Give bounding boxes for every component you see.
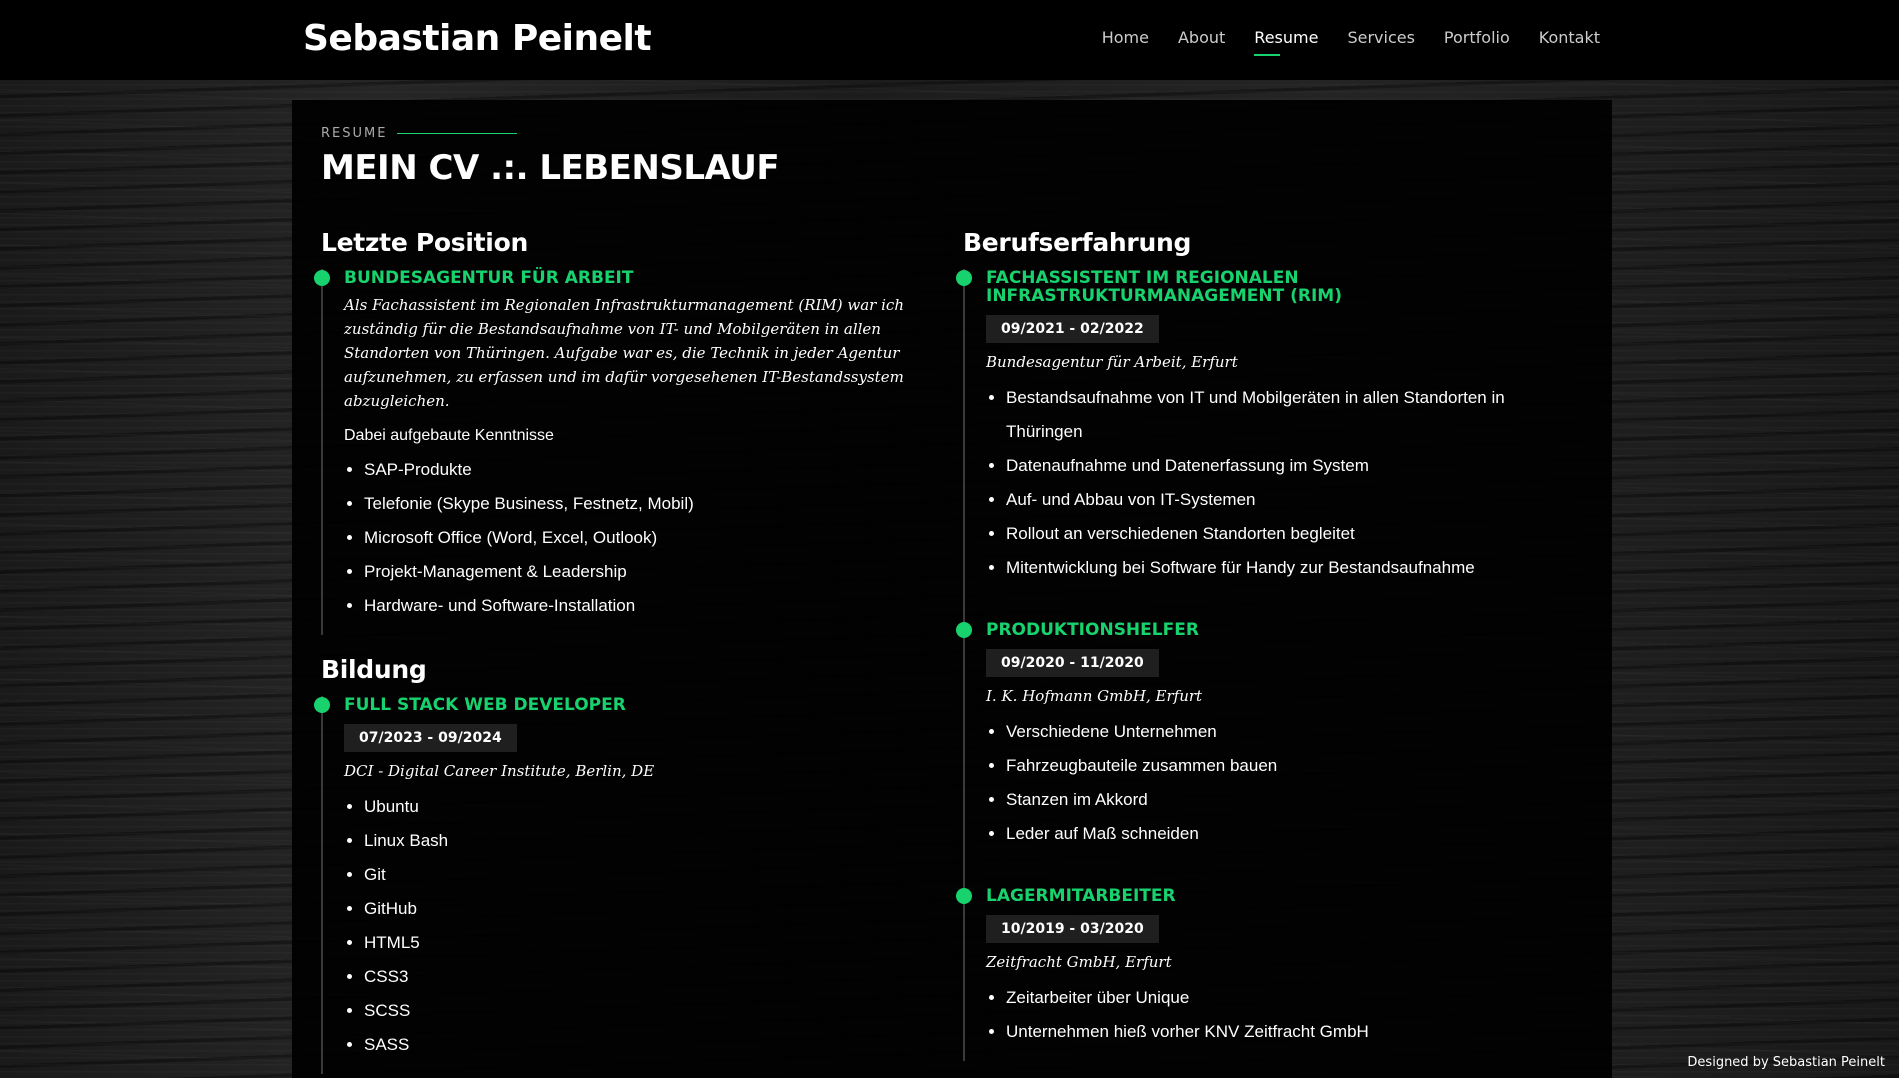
list-item: Ubuntu (364, 790, 921, 824)
section-kicker: RESUME (321, 126, 518, 141)
list-item: Mitentwicklung bei Software für Handy zu… (1006, 551, 1583, 585)
list-item: Zeitarbeiter über Unique (1006, 981, 1583, 1015)
list-item: CSS3 (364, 960, 921, 994)
list-item: Stanzen im Akkord (1006, 783, 1583, 817)
job-list: Zeitarbeiter über Unique Unternehmen hie… (986, 981, 1583, 1049)
list-item: Rollout an verschiedenen Standorten begl… (1006, 517, 1583, 551)
timeline-dot (956, 888, 972, 904)
resume-item-job: FACHASSISTENT IM REGIONALEN INFRASTRUKTU… (956, 268, 1583, 621)
skills-label: Dabei aufgebaute Kenntnisse (344, 427, 554, 444)
list-item: Microsoft Office (Word, Excel, Outlook) (364, 521, 921, 555)
right-column: Berufserfahrung FACHASSISTENT IM REGIONA… (956, 228, 1583, 1061)
resume-item-job: PRODUKTIONSHELFER 09/2020 - 11/2020 I. K… (956, 620, 1583, 887)
resume-item-position: BUNDESAGENTUR FÜR ARBEIT Als Fachassiste… (314, 268, 921, 635)
date-badge: 07/2023 - 09/2024 (344, 724, 517, 752)
list-item: Unternehmen hieß vorher KNV Zeitfracht G… (1006, 1015, 1583, 1049)
list-item: Git (364, 858, 921, 892)
list-item: SCSS (364, 994, 921, 1028)
list-item: Datenaufnahme und Datenerfassung im Syst… (1006, 449, 1583, 483)
job-list: Verschiedene Unternehmen Fahrzeugbauteil… (986, 715, 1583, 851)
timeline-dot (956, 270, 972, 286)
resume-item-job: LAGERMITARBEITER 10/2019 - 03/2020 Zeitf… (956, 886, 1583, 1061)
resume-item-education: FULL STACK WEB DEVELOPER 07/2023 - 09/20… (314, 695, 921, 1074)
section-title: MEIN CV .:. LEBENSLAUF (321, 148, 780, 188)
nav-portfolio[interactable]: Portfolio (1444, 26, 1510, 50)
nav-services[interactable]: Services (1347, 26, 1414, 50)
list-item: SASS (364, 1028, 921, 1062)
job-title: LAGERMITARBEITER (986, 886, 1176, 906)
date-badge: 09/2021 - 02/2022 (986, 315, 1159, 343)
experience-heading: Berufserfahrung (963, 228, 1192, 257)
list-item: Hardware- und Software-Installation (364, 589, 921, 623)
footer-credit: Designed by Sebastian Peinelt (1687, 1055, 1885, 1070)
list-item: SAP-Produkte (364, 453, 921, 487)
list-item: Telefonie (Skype Business, Festnetz, Mob… (364, 487, 921, 521)
nav-home[interactable]: Home (1102, 26, 1149, 50)
left-column: Letzte Position BUNDESAGENTUR FÜR ARBEIT… (314, 228, 921, 1074)
job-list: Bestandsaufnahme von IT und Mobilgeräten… (986, 381, 1583, 585)
job-org: I. K. Hofmann GmbH, Erfurt (986, 687, 1203, 705)
main-nav: Home About Resume Services Portfolio Kon… (1102, 26, 1600, 56)
list-item: GitHub (364, 892, 921, 926)
list-item: Fahrzeugbauteile zusammen bauen (1006, 749, 1583, 783)
nav-resume[interactable]: Resume (1254, 26, 1318, 56)
list-item: Auf- und Abbau von IT-Systemen (1006, 483, 1583, 517)
timeline-dot (956, 622, 972, 638)
timeline-dot (314, 697, 330, 713)
job-org: Zeitfracht GmbH, Erfurt (986, 953, 1172, 971)
date-badge: 10/2019 - 03/2020 (986, 915, 1159, 943)
skills-list: SAP-Produkte Telefonie (Skype Business, … (344, 453, 921, 623)
site-logo[interactable]: Sebastian Peinelt (303, 15, 652, 63)
education-title: FULL STACK WEB DEVELOPER (344, 695, 626, 715)
list-item: Leder auf Maß schneiden (1006, 817, 1583, 851)
resume-panel: RESUME MEIN CV .:. LEBENSLAUF Letzte Pos… (292, 100, 1612, 1078)
position-title: BUNDESAGENTUR FÜR ARBEIT (344, 268, 634, 288)
job-org: Bundesagentur für Arbeit, Erfurt (986, 353, 1238, 371)
education-heading: Bildung (321, 655, 427, 684)
job-title: FACHASSISTENT IM REGIONALEN INFRASTRUKTU… (986, 268, 1342, 306)
education-list: Ubuntu Linux Bash Git GitHub HTML5 CSS3 … (344, 790, 921, 1062)
list-item: Verschiedene Unternehmen (1006, 715, 1583, 749)
position-description: Als Fachassistent im Regionalen Infrastr… (344, 296, 904, 410)
position-heading: Letzte Position (321, 228, 528, 257)
nav-about[interactable]: About (1178, 26, 1225, 50)
list-item: Projekt-Management & Leadership (364, 555, 921, 589)
list-item: HTML5 (364, 926, 921, 960)
list-item: Linux Bash (364, 824, 921, 858)
kicker-divider (397, 133, 518, 134)
timeline-dot (314, 270, 330, 286)
job-title: PRODUKTIONSHELFER (986, 620, 1199, 640)
date-badge: 09/2020 - 11/2020 (986, 649, 1159, 677)
nav-kontakt[interactable]: Kontakt (1539, 26, 1600, 50)
list-item: Bestandsaufnahme von IT und Mobilgeräten… (1006, 381, 1583, 449)
section-kicker-label: RESUME (321, 126, 388, 141)
education-org: DCI - Digital Career Institute, Berlin, … (344, 762, 655, 780)
site-header: Sebastian Peinelt Home About Resume Serv… (0, 0, 1899, 80)
